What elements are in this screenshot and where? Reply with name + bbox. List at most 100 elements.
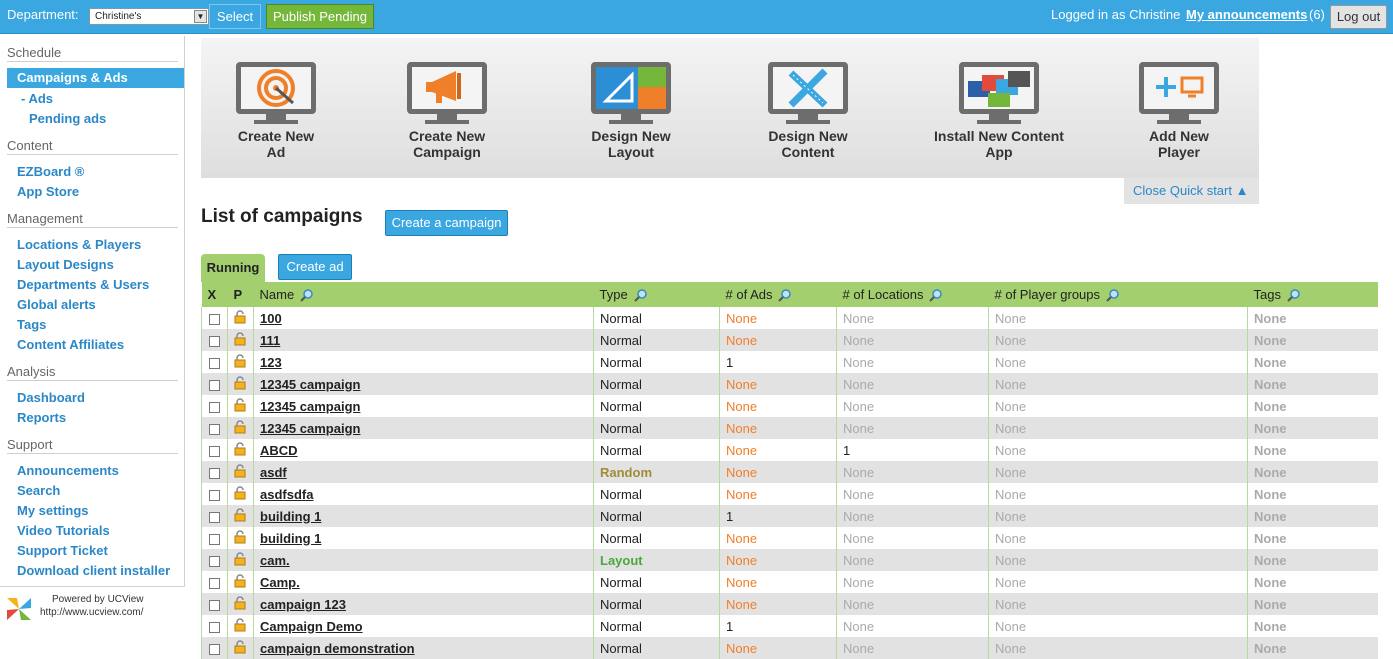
department-select[interactable]: Christine's ▼ [89, 8, 209, 25]
row-checkbox[interactable] [209, 555, 220, 567]
powered-by: Powered by UCView http://www.ucview.com/ [0, 592, 185, 632]
lock-icon[interactable] [233, 639, 247, 657]
column-header-player-groups[interactable]: # of Player groups [989, 282, 1248, 307]
create-campaign-button[interactable]: Create a campaign [385, 210, 508, 236]
campaign-name-link[interactable]: ABCD [260, 443, 298, 458]
campaign-name-link[interactable]: building 1 [260, 509, 321, 524]
campaign-name-link[interactable]: asdfsdfa [260, 487, 313, 502]
campaign-name-link[interactable]: Campaign Demo [260, 619, 363, 634]
search-icon[interactable] [1287, 288, 1301, 302]
lock-icon[interactable] [233, 573, 247, 591]
sidebar-item-app-store[interactable]: App Store [17, 184, 79, 199]
search-icon[interactable] [929, 288, 943, 302]
campaign-name-link[interactable]: 111 [260, 333, 280, 348]
quickstart-design-content[interactable]: Design New Content [733, 62, 883, 160]
lock-icon[interactable] [233, 353, 247, 371]
lock-icon[interactable] [233, 485, 247, 503]
search-icon[interactable] [633, 288, 648, 302]
sidebar-item-tags[interactable]: Tags [17, 317, 46, 332]
tab-running[interactable]: Running [201, 254, 265, 282]
sidebar-item-content-affiliates[interactable]: Content Affiliates [17, 337, 124, 352]
quickstart-create-campaign[interactable]: Create New Campaign [372, 62, 522, 160]
lock-icon[interactable] [233, 529, 247, 547]
campaign-name-link[interactable]: asdf [260, 465, 287, 480]
quickstart-create-ad[interactable]: Create New Ad [201, 62, 351, 160]
close-quick-start-button[interactable]: Close Quick start ▲ [1124, 178, 1259, 204]
my-announcements-link[interactable]: My announcements [1186, 7, 1307, 22]
lock-icon[interactable] [233, 419, 247, 437]
lock-icon[interactable] [233, 463, 247, 481]
row-checkbox[interactable] [209, 467, 220, 479]
campaign-name-link[interactable]: building 1 [260, 531, 321, 546]
sidebar-item-reports[interactable]: Reports [17, 410, 66, 425]
lock-icon[interactable] [233, 507, 247, 525]
sidebar-item-support-ticket[interactable]: Support Ticket [17, 543, 108, 558]
campaign-name-link[interactable]: 123 [260, 355, 282, 370]
publish-pending-button[interactable]: Publish Pending [266, 4, 374, 29]
row-checkbox[interactable] [209, 335, 220, 347]
row-checkbox[interactable] [209, 511, 220, 523]
column-header-tags[interactable]: Tags [1248, 282, 1379, 307]
row-checkbox[interactable] [209, 577, 220, 589]
campaign-name-link[interactable]: cam. [260, 553, 290, 568]
campaign-name-link[interactable]: 12345 campaign [260, 377, 360, 392]
row-checkbox[interactable] [209, 357, 220, 369]
sidebar-item-campaigns-ads[interactable]: Campaigns & Ads [7, 68, 184, 88]
logout-button[interactable]: Log out [1330, 5, 1387, 29]
lock-icon[interactable] [233, 309, 247, 327]
campaign-name-link[interactable]: Camp. [260, 575, 300, 590]
column-header-locations[interactable]: # of Locations [837, 282, 989, 307]
row-checkbox[interactable] [209, 489, 220, 501]
row-type: Normal [593, 351, 720, 373]
row-checkbox[interactable] [209, 533, 220, 545]
column-header-label: # of Player groups [994, 286, 1101, 302]
create-ad-button[interactable]: Create ad [278, 254, 352, 280]
select-button[interactable]: Select [209, 4, 261, 29]
column-header-type[interactable]: Type [594, 282, 720, 307]
row-checkbox[interactable] [209, 621, 220, 633]
sidebar-item-departments-users[interactable]: Departments & Users [17, 277, 149, 292]
lock-icon[interactable] [233, 441, 247, 459]
search-icon[interactable] [300, 288, 314, 302]
sidebar-item-my-settings[interactable]: My settings [17, 503, 89, 518]
column-header-name[interactable]: Name [254, 282, 594, 307]
sidebar-item-locations-players[interactable]: Locations & Players [17, 237, 141, 252]
sidebar-item-ads[interactable]: - Ads [21, 91, 53, 106]
sidebar-item-pending-ads[interactable]: Pending ads [29, 111, 106, 126]
lock-icon[interactable] [233, 331, 247, 349]
column-header-ads[interactable]: # of Ads [720, 282, 837, 307]
campaign-name-link[interactable]: campaign demonstration [260, 641, 415, 656]
lock-icon[interactable] [233, 595, 247, 613]
sidebar-item-search[interactable]: Search [17, 483, 60, 498]
lock-icon[interactable] [233, 551, 247, 569]
campaign-name-link[interactable]: 12345 campaign [260, 421, 360, 436]
sidebar-item-layout-designs[interactable]: Layout Designs [17, 257, 114, 272]
row-checkbox[interactable] [209, 643, 220, 655]
quickstart-design-layout[interactable]: Design New Layout [556, 62, 706, 160]
row-checkbox[interactable] [209, 379, 220, 391]
sidebar-item-announcements[interactable]: Announcements [17, 463, 119, 478]
row-checkbox[interactable] [209, 423, 220, 435]
row-checkbox[interactable] [209, 401, 220, 413]
sidebar-item-global-alerts[interactable]: Global alerts [17, 297, 96, 312]
lock-icon[interactable] [233, 617, 247, 635]
lock-icon[interactable] [233, 397, 247, 415]
powered-by-url[interactable]: http://www.ucview.com/ [40, 607, 143, 618]
department-label: Department: [7, 7, 79, 22]
campaign-name-link[interactable]: 12345 campaign [260, 399, 360, 414]
chevron-down-icon[interactable]: ▼ [194, 10, 207, 23]
sidebar-item-download-installer[interactable]: Download client installer [17, 563, 170, 578]
sidebar-item-dashboard[interactable]: Dashboard [17, 390, 85, 405]
sidebar-item-video-tutorials[interactable]: Video Tutorials [17, 523, 110, 538]
row-checkbox[interactable] [209, 445, 220, 457]
lock-icon[interactable] [233, 375, 247, 393]
quickstart-add-player[interactable]: Add New Player [1104, 62, 1254, 160]
row-checkbox[interactable] [209, 313, 220, 325]
search-icon[interactable] [1106, 288, 1120, 302]
sidebar-item-ezboard[interactable]: EZBoard ® [17, 164, 84, 179]
campaign-name-link[interactable]: campaign 123 [260, 597, 346, 612]
row-checkbox[interactable] [209, 599, 220, 611]
campaign-name-link[interactable]: 100 [260, 311, 282, 326]
search-icon[interactable] [778, 288, 792, 302]
quickstart-install-app[interactable]: Install New Content App [924, 62, 1074, 160]
